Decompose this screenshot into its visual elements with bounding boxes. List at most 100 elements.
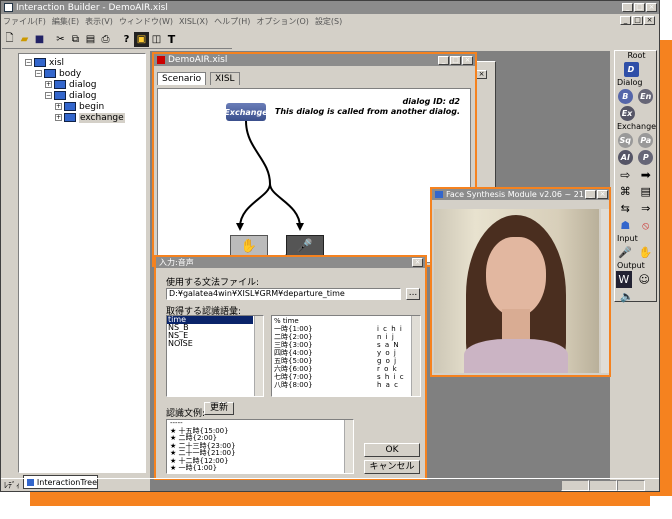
menu-file[interactable]: ファイル(F) [3,16,46,27]
script-icon[interactable]: ⌘ [616,183,635,200]
status-bar: ﾚﾃﾞｨ [1,478,659,491]
tab-xisl[interactable]: XISL [210,72,240,85]
main-mdi-controls: _ □ × [619,16,655,25]
arrow-right-icon[interactable]: ⇨ [616,166,635,183]
cancel-button[interactable]: キャンセル [364,460,420,474]
tree-node-dialog-2[interactable]: − dialog [45,90,145,101]
voice-input-node[interactable]: 🎤 [286,235,324,257]
write-icon[interactable]: W [616,271,632,288]
call-icon[interactable]: ☗ [616,217,635,234]
title-bar: Interaction Builder - DemoAIR.xisl _ □ × [1,1,659,14]
palette-section-exchange: Exchange [617,122,657,131]
parallel-icon[interactable]: Pa [637,132,656,149]
grammar-path-field[interactable]: D:¥galatea4win¥XISL¥GRM¥departure_time [166,288,401,300]
form-icon[interactable]: ▣ [134,31,149,47]
menu-xisl[interactable]: XISL(X) [179,17,208,26]
status-pane-3 [617,479,645,491]
open-folder-icon[interactable]: ▰ [17,32,32,47]
menu-view[interactable]: 表示(V) [85,16,113,27]
face-close-button[interactable]: × [597,190,608,199]
mdi-minimize-button[interactable]: _ [620,16,631,25]
face-scrollbar[interactable] [601,209,609,373]
vocab-scrollbar[interactable] [254,316,263,396]
ok-button[interactable]: OK [364,443,420,457]
image-icon[interactable]: ◫ [149,32,164,47]
palette-section-root: Root [627,51,646,60]
menu-settings[interactable]: 設定(S) [315,16,342,27]
background-close-button[interactable]: × [476,70,487,79]
palette-section-dialog: Dialog [617,78,643,87]
mdi-close-button[interactable]: × [644,16,655,25]
toolbar: 🗋 ▰ ■ ✂ ⧉ ▤ ⎙ ? ▣ ◫ T [2,30,232,49]
tree-node-exchange[interactable]: + exchange [55,112,145,123]
sequence-icon[interactable]: Sq [616,132,635,149]
tree-node-begin[interactable]: + begin [55,101,145,112]
vocab-item-noise[interactable]: NOISE [167,340,263,348]
dialog-d-icon[interactable]: D [620,61,642,78]
examples-scrollbar[interactable] [344,420,353,473]
mdi-restore-button[interactable]: □ [632,16,643,25]
voice-input-dialog: 入力:音声 × 使用する文法ファイル: D:¥galatea4win¥XISL¥… [154,255,427,480]
prompt-icon[interactable]: P [637,149,656,166]
help-icon[interactable]: ? [119,32,134,47]
save-icon[interactable]: ■ [32,32,47,47]
text-icon[interactable]: T [164,32,179,47]
cut-icon[interactable]: ✂ [53,32,68,47]
scenario-titlebar: DemoAIR.xisl _ □ × [154,54,475,66]
scenario-canvas: Exchange dialog ID: d2 This dialog is ca… [157,88,471,263]
grammar-text: % time 一時{1:00} 二時{2:00} 三時{3:00} 四時{4:00} 五時… [274,317,313,389]
tree-node-dialog-1[interactable]: + dialog [45,79,145,90]
print-icon[interactable]: ⎙ [98,32,113,47]
menu-help[interactable]: ヘルプ(H) [214,16,250,27]
close-button[interactable]: × [646,3,657,12]
palette-section-output: Output [617,261,645,270]
alternative-icon[interactable]: Al [616,149,635,166]
exchange-icon[interactable]: Ex [616,105,638,122]
window-title: Interaction Builder - DemoAIR.xisl [16,2,168,13]
menu-bar: ファイル(F) 編集(E) 表示(V) ウィンドウ(W) XISL(X) ヘルプ… [3,14,342,29]
tab-scenario[interactable]: Scenario [157,72,207,85]
goto-icon[interactable]: ⇒ [637,200,656,217]
update-button[interactable]: 更新 [204,402,234,415]
face-image [434,209,599,373]
document-icon[interactable]: ▤ [637,183,656,200]
grammar-label: 使用する文法ファイル: [166,278,260,288]
loop-icon[interactable]: ⇆ [616,200,635,217]
scenario-minimize-button[interactable]: _ [438,55,449,65]
browse-button[interactable]: ... [406,288,420,300]
paste-icon[interactable]: ▤ [83,32,98,47]
menu-options[interactable]: オプション(O) [256,16,309,27]
stop-icon[interactable]: ⦸ [637,217,656,234]
face-minimize-button[interactable]: _ [585,190,596,199]
status-pane-2 [589,479,617,491]
tool-palette: Root D Dialog B En Ex Exchange Sq Pa Al P ⇨… [614,50,657,305]
tree-node-body[interactable]: − body [35,68,145,79]
begin-icon[interactable]: B [616,88,635,105]
scenario-close-button[interactable]: × [462,55,473,65]
minimize-button[interactable]: _ [622,3,633,12]
examples-label: 認識文例: [166,409,206,419]
status-text: ﾚﾃﾞｨ [4,480,20,490]
face-window-icon [435,191,443,198]
arrow-branch-icon[interactable]: ➡ [637,166,656,183]
menu-edit[interactable]: 編集(E) [52,16,79,27]
maximize-button[interactable]: □ [634,3,645,12]
copy-icon[interactable]: ⧉ [68,32,83,47]
grammar-scrollbar[interactable] [411,316,420,396]
palette-section-input: Input [617,234,638,243]
end-icon[interactable]: En [637,88,656,105]
voice-close-button[interactable]: × [412,258,423,267]
touch-icon[interactable]: ✋ [637,244,656,261]
menu-window[interactable]: ウィンドウ(W) [119,16,173,27]
new-icon[interactable]: 🗋 [2,32,17,47]
voice-titlebar: 入力:音声 × [156,257,425,268]
tree-panel: − xisl − body + dialog − dialog + begin + exch… [18,53,146,473]
vocab-list[interactable]: time NS_B NS_E NOISE [166,315,264,397]
scenario-maximize-button[interactable]: □ [450,55,461,65]
microphone-icon[interactable]: 🎤 [616,244,635,261]
tree-node-xisl[interactable]: − xisl [25,57,145,68]
grammar-content-box: % time 一時{1:00} 二時{2:00} 三時{3:00} 四時{4:00} 五時… [271,315,421,397]
agent-face-icon[interactable]: ☺ [634,271,655,288]
touch-input-node[interactable]: ✋ [230,235,268,257]
speaker-icon[interactable]: 🔈 [616,288,638,305]
